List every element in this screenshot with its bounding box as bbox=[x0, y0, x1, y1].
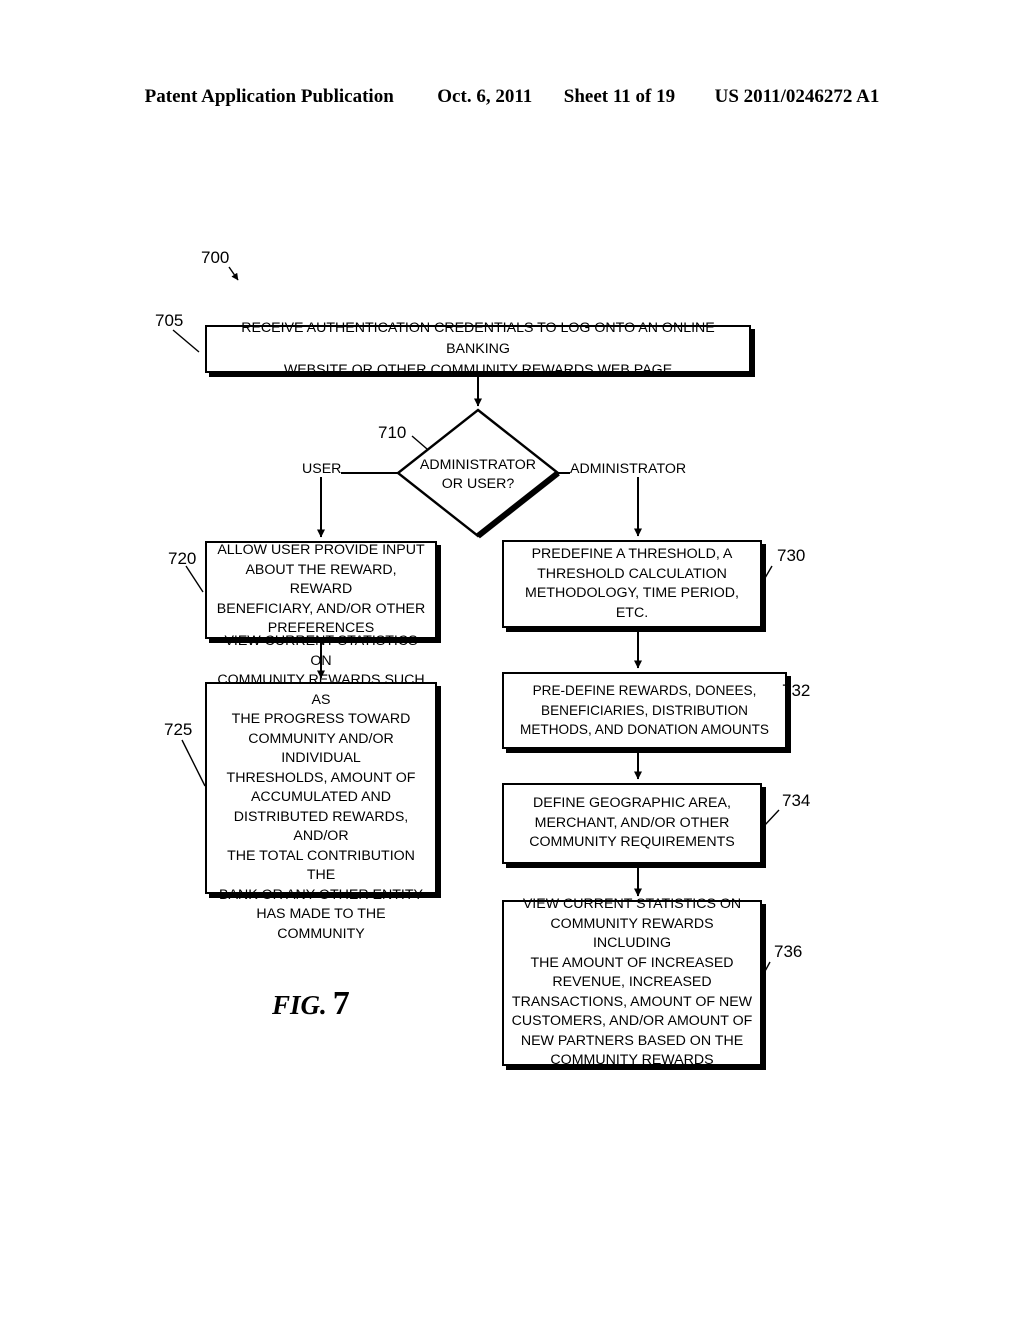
process-node-732[interactable]: PRE-DEFINE REWARDS, DONEES, BENEFICIARIE… bbox=[502, 672, 787, 749]
figure-caption-word: FIG. bbox=[272, 990, 327, 1020]
process-node-720[interactable]: ALLOW USER PROVIDE INPUT ABOUT THE REWAR… bbox=[205, 541, 437, 639]
reference-numeral-732: 732 bbox=[782, 681, 811, 700]
process-node-705[interactable]: RECEIVE AUTHENTICATION CREDENTIALS TO LO… bbox=[205, 320, 751, 378]
process-node-705-text: RECEIVE AUTHENTICATION CREDENTIALS TO LO… bbox=[241, 319, 715, 378]
process-node-736[interactable]: VIEW CURRENT STATISTICS ON COMMUNITY REW… bbox=[502, 896, 762, 1068]
process-node-734[interactable]: DEFINE GEOGRAPHIC AREA, MERCHANT, AND/OR… bbox=[502, 783, 762, 864]
flowchart-700: RECEIVE AUTHENTICATION CREDENTIALS TO LO… bbox=[0, 0, 1024, 1320]
reference-numeral-705: 705 bbox=[155, 311, 184, 330]
edge-label-administrator: ADMINISTRATOR bbox=[570, 461, 687, 477]
process-node-720-text: ALLOW USER PROVIDE INPUT ABOUT THE REWAR… bbox=[216, 542, 426, 637]
process-node-730-text: PREDEFINE A THRESHOLD, A THRESHOLD CALCU… bbox=[525, 546, 739, 621]
reference-numeral-736: 736 bbox=[774, 942, 803, 961]
process-node-732-text: PRE-DEFINE REWARDS, DONEES, BENEFICIARIE… bbox=[520, 683, 769, 738]
reference-numeral-700: 700 bbox=[201, 248, 230, 267]
process-node-734-text: DEFINE GEOGRAPHIC AREA, MERCHANT, AND/OR… bbox=[529, 795, 735, 851]
reference-numeral-725: 725 bbox=[164, 720, 193, 739]
reference-numeral-730: 730 bbox=[777, 546, 806, 565]
process-node-725[interactable]: VIEW CURRENT STATISTICS ON COMMUNITY REW… bbox=[205, 633, 437, 942]
reference-numeral-734: 734 bbox=[782, 791, 811, 810]
edge-label-user: USER bbox=[302, 461, 342, 477]
process-node-736-text: VIEW CURRENT STATISTICS ON COMMUNITY REW… bbox=[511, 896, 753, 1069]
process-node-725-text: VIEW CURRENT STATISTICS ON COMMUNITY REW… bbox=[217, 633, 425, 942]
flow-connectors bbox=[172, 266, 791, 985]
process-node-730[interactable]: PREDEFINE A THRESHOLD, A THRESHOLD CALCU… bbox=[502, 540, 762, 628]
figure-caption: FIG. 7 bbox=[272, 985, 350, 1023]
reference-numeral-720: 720 bbox=[168, 549, 197, 568]
decision-node-710[interactable]: ADMINISTRATOR OR USER? bbox=[398, 410, 558, 536]
figure-caption-number: 7 bbox=[332, 985, 350, 1022]
reference-numeral-710: 710 bbox=[378, 423, 407, 442]
decision-node-710-text: ADMINISTRATOR OR USER? bbox=[419, 457, 537, 492]
